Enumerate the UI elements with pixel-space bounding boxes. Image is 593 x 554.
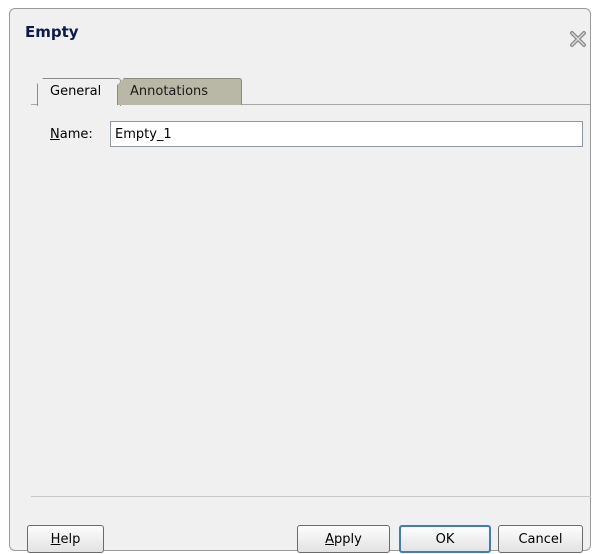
close-button[interactable] (565, 28, 591, 54)
help-button[interactable]: Help (27, 525, 104, 553)
tab-bar: General Annotations (31, 77, 591, 106)
cancel-button[interactable]: Cancel (498, 525, 583, 553)
apply-button[interactable]: Apply (297, 525, 390, 553)
name-label-text: ame: (59, 127, 93, 142)
apply-mnemonic: A (325, 531, 335, 547)
name-input[interactable] (110, 121, 583, 147)
tab-annotations[interactable]: Annotations (117, 78, 242, 105)
close-icon (568, 29, 588, 53)
name-label: Name: (50, 127, 93, 142)
dialog-title: Empty (25, 23, 79, 41)
apply-label: pply (334, 531, 362, 547)
help-mnemonic: H (50, 531, 61, 547)
help-label: elp (60, 531, 81, 547)
tab-general[interactable]: General (37, 78, 121, 106)
name-label-mnemonic: N (50, 127, 60, 142)
panel-divider (31, 496, 591, 497)
ok-button[interactable]: OK (399, 525, 491, 553)
dialog-window: Empty General Annotations Name: Help App… (9, 8, 591, 553)
